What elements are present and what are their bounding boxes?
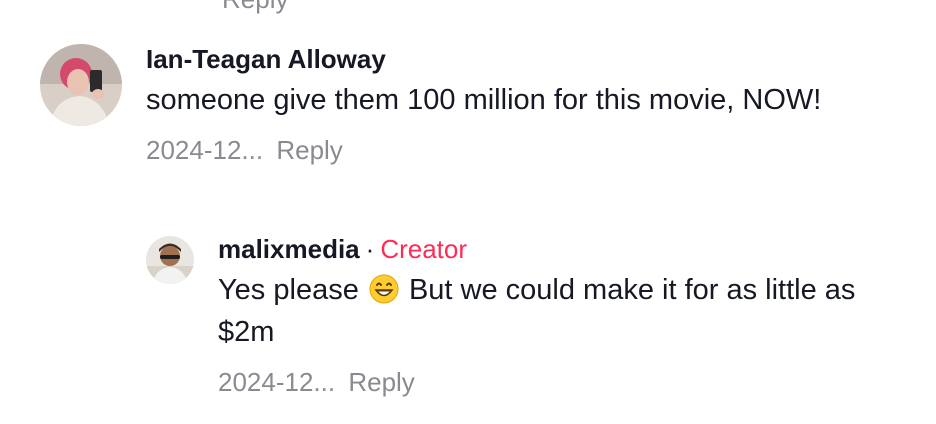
truncated-reply-text: Reply xyxy=(222,0,288,12)
creator-badge: Creator xyxy=(380,234,468,264)
reply-date: 2024-12... xyxy=(218,367,336,398)
reply-body: malixmedia · Creator Yes please But we c… xyxy=(218,234,926,398)
comment-meta: 2024-12... Reply xyxy=(146,135,920,166)
comment-author[interactable]: Ian-Teagan Alloway xyxy=(146,44,386,75)
reply-author[interactable]: malixmedia xyxy=(218,234,360,265)
reply-meta: 2024-12... Reply xyxy=(218,367,926,398)
grinning-face-emoji-icon xyxy=(369,274,399,304)
user-photo-avatar-icon xyxy=(40,44,122,126)
reply-text: Yes please But we could make it for as l… xyxy=(218,269,918,353)
avatar[interactable] xyxy=(146,236,194,284)
comment-item: Ian-Teagan Alloway someone give them 100… xyxy=(40,44,920,166)
author-line: malixmedia · Creator xyxy=(218,234,926,265)
reply-button[interactable]: Reply xyxy=(348,367,414,397)
reply-button[interactable]: Reply xyxy=(276,135,342,165)
reply-item: malixmedia · Creator Yes please But we c… xyxy=(146,234,926,398)
author-line: Ian-Teagan Alloway xyxy=(146,44,920,75)
user-photo-avatar-icon xyxy=(146,236,194,284)
comment-body: Ian-Teagan Alloway someone give them 100… xyxy=(146,44,920,166)
comment-text: someone give them 100 million for this m… xyxy=(146,84,822,117)
avatar[interactable] xyxy=(40,44,122,126)
comment-date: 2024-12... xyxy=(146,135,264,166)
reply-text-part-1: Yes please xyxy=(218,274,367,307)
separator-dot: · xyxy=(365,234,375,264)
comment-thread: Reply Ian-Teagan Alloway someone give th… xyxy=(0,0,936,424)
